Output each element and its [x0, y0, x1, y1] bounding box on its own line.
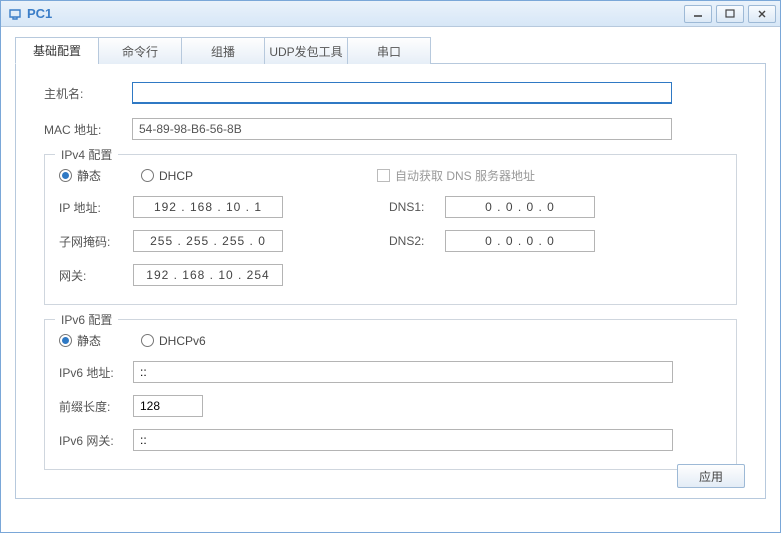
ipv6-prefix-label: 前缀长度:: [59, 398, 133, 415]
ip-input[interactable]: 192 . 168 . 10 . 1: [133, 196, 283, 218]
dns1-input[interactable]: 0 . 0 . 0 . 0: [445, 196, 595, 218]
apply-button[interactable]: 应用: [677, 464, 745, 488]
radio-icon: [141, 169, 154, 182]
ipv6-fieldset: IPv6 配置 静态 DHCPv6 IPv6 地址: 前: [44, 319, 737, 470]
ipv4-autodns-checkbox[interactable]: 自动获取 DNS 服务器地址: [377, 167, 535, 184]
ipv6-dhcp-radio[interactable]: DHCPv6: [141, 334, 206, 348]
app-icon: [7, 6, 23, 22]
tab-multicast[interactable]: 组播: [181, 37, 265, 64]
dns1-label: DNS1:: [389, 200, 445, 214]
ipv4-dhcp-radio[interactable]: DHCP: [141, 169, 377, 183]
radio-label: 静态: [77, 167, 101, 184]
window-title: PC1: [27, 6, 52, 21]
ipv6-addr-label: IPv6 地址:: [59, 364, 133, 381]
ipv4-static-radio[interactable]: 静态: [59, 167, 101, 184]
ipv4-fieldset: IPv4 配置 静态 DHCP 自动获取 DNS 服务器地址: [44, 154, 737, 305]
radio-icon: [59, 334, 72, 347]
tab-basic[interactable]: 基础配置: [15, 37, 99, 64]
minimize-button[interactable]: [684, 5, 712, 23]
gateway-input[interactable]: 192 . 168 . 10 . 254: [133, 264, 283, 286]
ipv6-gw-input[interactable]: [133, 429, 673, 451]
mask-label: 子网掩码:: [59, 233, 133, 250]
mask-input[interactable]: 255 . 255 . 255 . 0: [133, 230, 283, 252]
ipv4-legend: IPv4 配置: [55, 146, 118, 163]
checkbox-icon: [377, 169, 390, 182]
dns2-input[interactable]: 0 . 0 . 0 . 0: [445, 230, 595, 252]
tab-label: 命令行: [122, 43, 158, 60]
tab-cli[interactable]: 命令行: [98, 37, 182, 64]
panel-basic: 主机名: MAC 地址: IPv4 配置 静态 DHCP: [15, 64, 766, 499]
ipv6-gw-label: IPv6 网关:: [59, 432, 133, 449]
mac-label: MAC 地址:: [44, 121, 132, 138]
ip-label: IP 地址:: [59, 199, 133, 216]
tab-label: 组播: [211, 43, 235, 60]
mac-input[interactable]: [132, 118, 672, 140]
hostname-input[interactable]: [132, 82, 672, 104]
titlebar: PC1: [1, 1, 780, 27]
radio-label: DHCPv6: [159, 334, 206, 348]
ipv6-static-radio[interactable]: 静态: [59, 332, 101, 349]
apply-label: 应用: [699, 468, 723, 485]
app-window: PC1 基础配置 命令行 组播 UDP发包工具 串口 主机名: MAC 地址:: [0, 0, 781, 533]
gateway-label: 网关:: [59, 267, 133, 284]
tab-label: 基础配置: [33, 42, 81, 59]
radio-icon: [59, 169, 72, 182]
maximize-button[interactable]: [716, 5, 744, 23]
content-area: 基础配置 命令行 组播 UDP发包工具 串口 主机名: MAC 地址: IPv4…: [1, 27, 780, 509]
tab-serial[interactable]: 串口: [347, 37, 431, 64]
hostname-label: 主机名:: [44, 85, 132, 102]
radio-label: DHCP: [159, 169, 193, 183]
dns2-label: DNS2:: [389, 234, 445, 248]
ipv6-prefix-input[interactable]: [133, 395, 203, 417]
ipv6-legend: IPv6 配置: [55, 311, 118, 328]
close-button[interactable]: [748, 5, 776, 23]
tabbar: 基础配置 命令行 组播 UDP发包工具 串口: [15, 37, 766, 64]
checkbox-label: 自动获取 DNS 服务器地址: [395, 167, 535, 184]
tab-label: 串口: [377, 43, 401, 60]
radio-icon: [141, 334, 154, 347]
tab-udp[interactable]: UDP发包工具: [264, 37, 348, 64]
tab-label: UDP发包工具: [269, 43, 342, 60]
ipv6-addr-input[interactable]: [133, 361, 673, 383]
radio-label: 静态: [77, 332, 101, 349]
